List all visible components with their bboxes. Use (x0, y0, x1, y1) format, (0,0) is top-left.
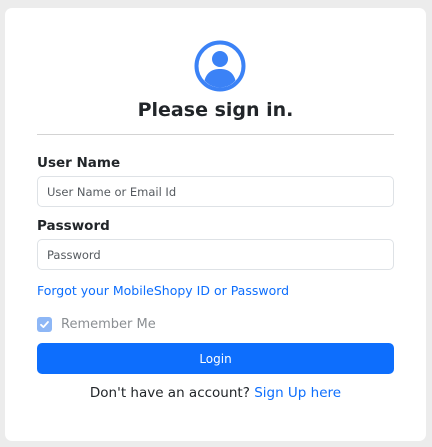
remember-me-label: Remember Me (61, 316, 156, 332)
signup-link[interactable]: Sign Up here (254, 385, 341, 401)
page-title: Please sign in. (137, 99, 294, 121)
user-circle-icon (194, 40, 246, 92)
signup-prompt: Don't have an account? Sign Up here (5, 385, 426, 401)
password-label: Password (37, 218, 110, 234)
username-input[interactable] (37, 176, 394, 207)
password-input[interactable] (37, 239, 394, 270)
checkbox-checked-icon (37, 316, 52, 332)
forgot-password-link[interactable]: Forgot your MobileShopy ID or Password (37, 283, 289, 298)
divider (37, 134, 394, 135)
remember-me-checkbox[interactable]: Remember Me (37, 315, 156, 333)
username-label: User Name (37, 155, 121, 171)
signup-prompt-text: Don't have an account? (89, 385, 250, 401)
login-button[interactable]: Login (37, 343, 394, 374)
signin-card: Please sign in. User Name Password Forgo… (5, 8, 426, 441)
